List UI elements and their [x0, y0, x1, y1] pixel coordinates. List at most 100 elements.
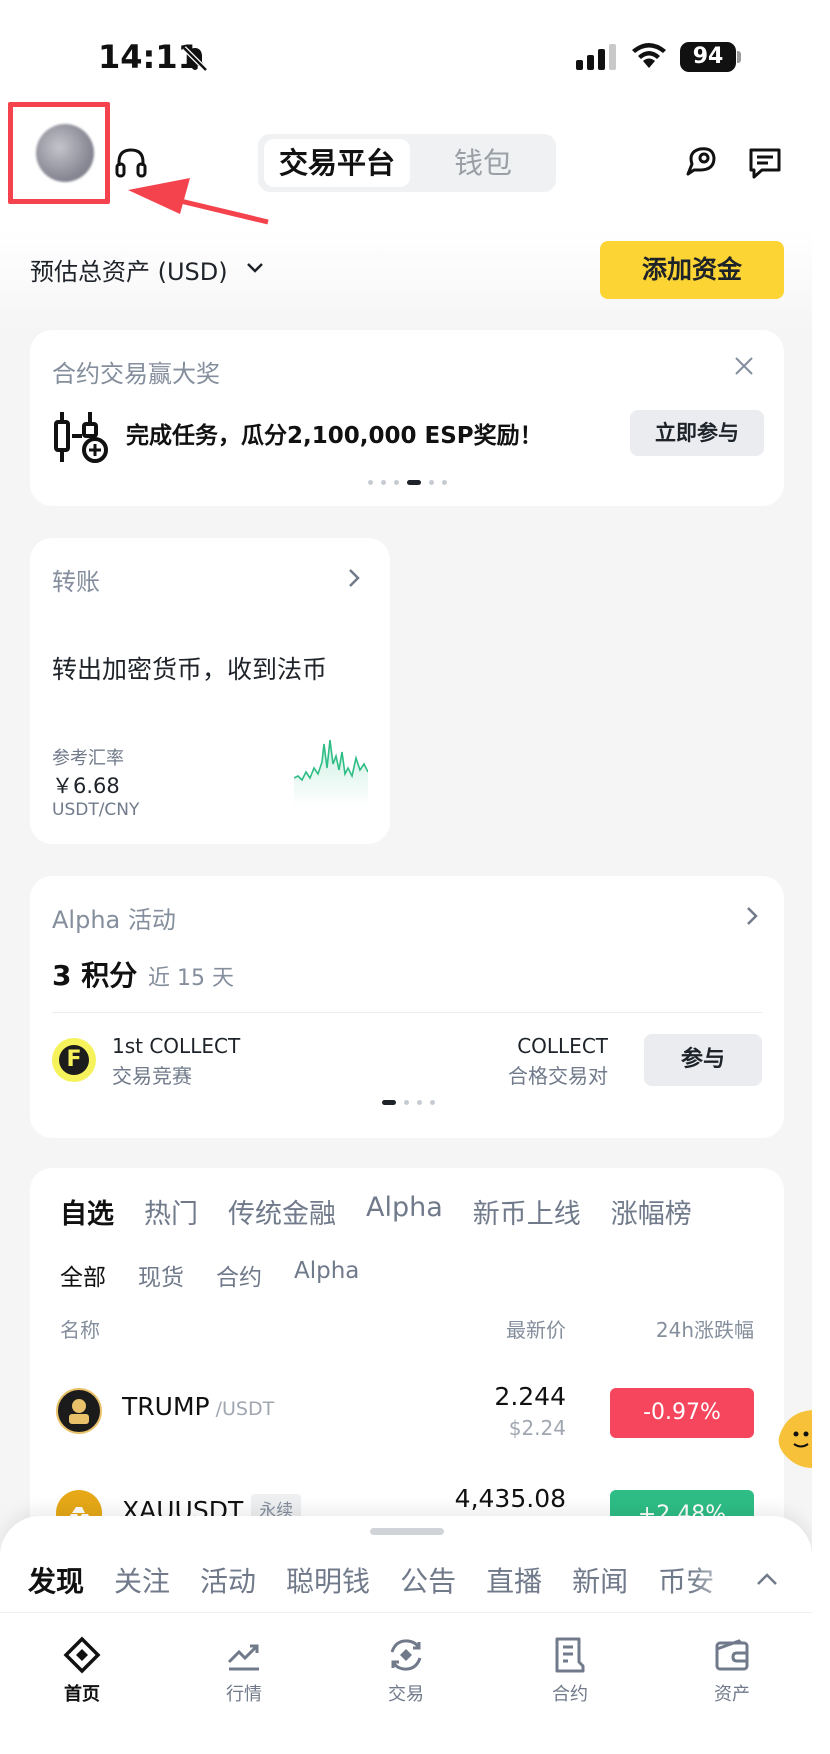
tab-live[interactable]: 直播: [486, 1560, 542, 1600]
nav-label: 交易: [388, 1684, 424, 1705]
carousel-dot: [381, 480, 386, 485]
collect-token-icon: F: [52, 1038, 96, 1082]
carousel-dot: [430, 1100, 435, 1105]
cellular-signal-icon: [576, 44, 616, 70]
coin-quote: /USDT: [215, 1398, 275, 1420]
column-header-price: 最新价: [506, 1318, 566, 1342]
transfer-description: 转出加密货币，收到法币: [52, 655, 328, 684]
nav-label: 资产: [714, 1684, 750, 1705]
join-button[interactable]: 参与: [644, 1034, 762, 1086]
discover-bottom-sheet: 发现 关注 活动 聪明钱 公告 直播 新闻 币安 首页 行情 交易 合约 资产: [0, 1516, 812, 1754]
change-badge[interactable]: -0.97%: [610, 1388, 754, 1438]
market-category-tabs: 自选 热门 传统金融 Alpha 新币上线 涨幅榜: [60, 1192, 722, 1231]
trump-coin-icon: [56, 1388, 102, 1434]
chevron-down-icon[interactable]: [246, 262, 264, 274]
carousel-dots: [382, 1100, 435, 1105]
column-header-change: 24h涨跌幅: [655, 1318, 754, 1342]
tab-wallet[interactable]: 钱包: [410, 139, 556, 187]
carousel-dot: [404, 1100, 409, 1105]
alpha-title: Alpha 活动: [52, 906, 176, 934]
last-price-usd: $2.24: [508, 1416, 566, 1440]
divider: [0, 1612, 812, 1613]
square-chat-icon[interactable]: [682, 144, 718, 180]
platform-segmented-control: 交易平台 钱包: [258, 134, 556, 192]
tab-exchange[interactable]: 交易平台: [264, 139, 410, 187]
carousel-dot: [429, 480, 434, 485]
last-price: 4,435.08: [454, 1484, 566, 1513]
subtab-futures[interactable]: 合约: [216, 1258, 262, 1292]
wifi-icon: [632, 43, 666, 68]
subtab-spot[interactable]: 现货: [138, 1258, 184, 1292]
nav-futures[interactable]: 合约: [510, 1618, 630, 1706]
tab-news[interactable]: 新闻: [572, 1560, 628, 1600]
wallet-icon: [715, 1639, 749, 1671]
battery-tip: [737, 51, 741, 63]
trade-swap-icon: [390, 1639, 422, 1671]
competition-name: 1st COLLECT: [112, 1034, 241, 1058]
currency-pair: USDT/CNY: [52, 800, 140, 820]
nav-label: 合约: [552, 1684, 588, 1705]
divider: [52, 1012, 762, 1013]
tabs-fade: [690, 1554, 750, 1604]
reference-rate-value: ￥6.68: [52, 774, 120, 798]
join-now-button[interactable]: 立即参与: [630, 410, 764, 456]
tab-tradfi[interactable]: 传统金融: [228, 1192, 336, 1231]
chevron-right-icon: [747, 907, 758, 925]
subtab-all[interactable]: 全部: [60, 1258, 106, 1292]
home-diamond-icon: [63, 1636, 101, 1674]
tab-new-listings[interactable]: 新币上线: [473, 1192, 581, 1231]
nav-trade[interactable]: 交易: [346, 1618, 466, 1706]
tab-smart-money[interactable]: 聪明钱: [286, 1560, 370, 1600]
competition-token: COLLECT: [517, 1034, 608, 1058]
tab-activities[interactable]: 活动: [200, 1560, 256, 1600]
nav-home[interactable]: 首页: [22, 1618, 142, 1706]
tab-announcements[interactable]: 公告: [400, 1560, 456, 1600]
coin-symbol: TRUMP: [122, 1392, 210, 1421]
bell-muted-icon: [182, 46, 208, 72]
carousel-dot: [394, 480, 399, 485]
assistant-mascot-icon[interactable]: [774, 1404, 812, 1474]
tab-alpha[interactable]: Alpha: [366, 1192, 443, 1231]
nav-markets[interactable]: 行情: [184, 1618, 304, 1706]
tab-gainers[interactable]: 涨幅榜: [611, 1192, 692, 1231]
customer-service-headset-icon[interactable]: [114, 146, 148, 180]
message-icon[interactable]: [748, 146, 782, 180]
chart-line-icon: [227, 1644, 259, 1671]
alpha-activity-card[interactable]: Alpha 活动 3 积分 近 15 天 F 1st COLLECT 交易竞赛 …: [30, 876, 784, 1138]
add-funds-button[interactable]: 添加资金: [600, 241, 784, 299]
annotation-highlight-box: [8, 102, 110, 204]
carousel-dot-active: [382, 1100, 396, 1105]
subtab-alpha[interactable]: Alpha: [294, 1258, 359, 1292]
eligible-pairs-label: 合格交易对: [508, 1064, 608, 1088]
carousel-dot-active: [407, 480, 421, 485]
chevron-right-icon: [349, 569, 360, 587]
column-header-name: 名称: [60, 1318, 100, 1342]
chevron-up-icon[interactable]: [756, 1572, 778, 1586]
rate-sparkline-chart: [294, 739, 368, 806]
futures-candlestick-icon: [54, 412, 108, 463]
transfer-card[interactable]: 转账 转出加密货币，收到法币 参考汇率 ￥6.68 USDT/CNY: [30, 538, 390, 844]
tab-following[interactable]: 关注: [114, 1560, 170, 1600]
battery-indicator: 94: [680, 42, 736, 72]
nav-assets[interactable]: 资产: [672, 1618, 792, 1706]
reference-rate-label: 参考汇率: [52, 748, 124, 769]
tab-favorites[interactable]: 自选: [60, 1192, 114, 1231]
tab-discover[interactable]: 发现: [28, 1560, 84, 1600]
tab-hot[interactable]: 热门: [144, 1192, 198, 1231]
screen-edge: [812, 0, 830, 1754]
sheet-drag-handle[interactable]: [370, 1528, 444, 1535]
transfer-title: 转账: [52, 568, 100, 596]
estimated-total-assets-label[interactable]: 预估总资产 (USD): [30, 252, 228, 287]
promo-text: 完成任务，瓜分2,100,000 ESP奖励！: [126, 423, 543, 449]
annotation-arrow-icon: [128, 178, 269, 225]
alpha-points: 3 积分: [52, 959, 138, 992]
bottom-navigation: 首页 行情 交易 合约 资产: [0, 1618, 812, 1754]
last-price: 2.244: [494, 1382, 566, 1411]
close-icon[interactable]: [734, 356, 754, 376]
table-row[interactable]: TRUMP/USDT 2.244 $2.24 -0.97%: [30, 1368, 784, 1468]
carousel-dot: [368, 480, 373, 485]
market-sub-tabs: 全部 现货 合约 Alpha: [60, 1258, 391, 1292]
carousel-dots: [368, 480, 447, 485]
promo-banner-card[interactable]: 合约交易赢大奖 完成任务，瓜分2,100,000 ESP奖励！ 立即参与: [30, 330, 784, 506]
alpha-period: 近 15 天: [148, 966, 234, 991]
